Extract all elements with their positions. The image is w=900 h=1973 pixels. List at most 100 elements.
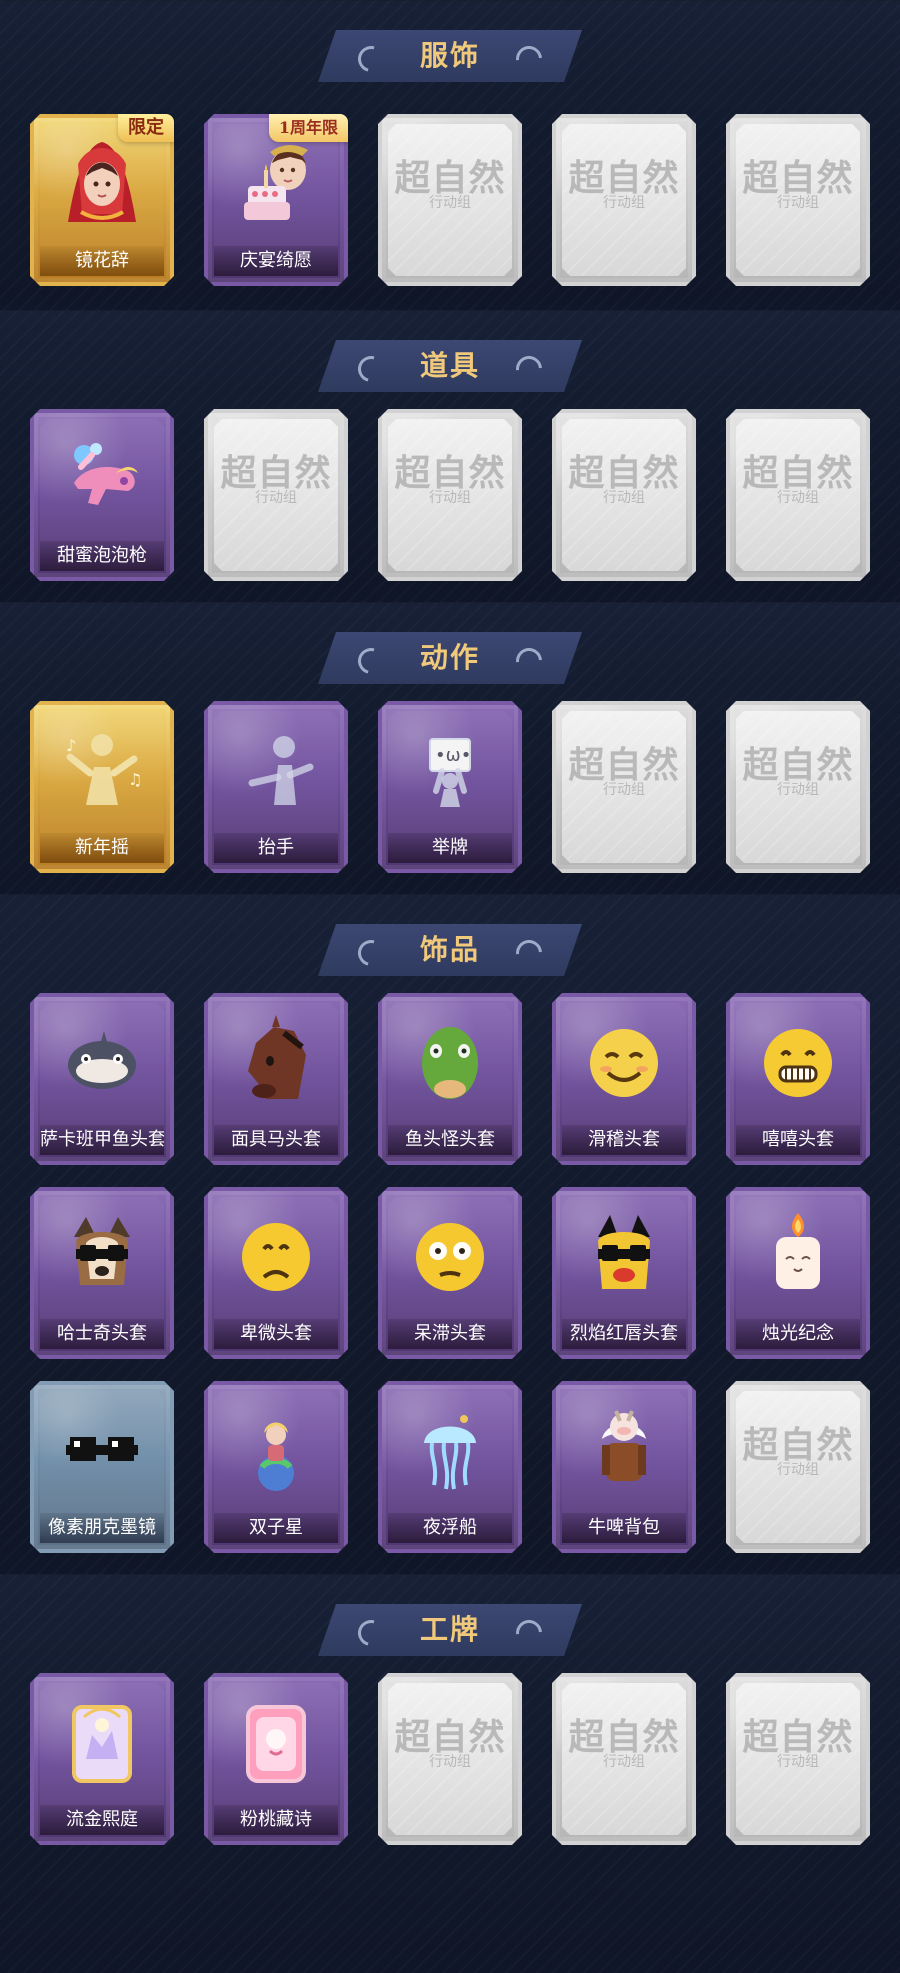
- action-card-2[interactable]: 抬手: [204, 701, 348, 873]
- supernatural-placeholder-icon: 超自然 行动组: [566, 454, 682, 506]
- action-placeholder-card-4: 超自然 行动组: [552, 701, 696, 873]
- costume-placeholder-card-5: 超自然 行动组: [726, 114, 870, 286]
- section-banner: 工牌: [318, 1604, 582, 1656]
- accessory-card-7[interactable]: 卑微头套: [204, 1187, 348, 1359]
- svg-text:♫: ♫: [128, 770, 142, 789]
- placeholder-title: 超自然: [394, 157, 506, 199]
- card-label: 嘻嘻头套: [736, 1125, 860, 1155]
- card-label: 像素朋克墨镜: [40, 1513, 164, 1543]
- prop-card-1[interactable]: 甜蜜泡泡枪: [30, 409, 174, 581]
- prop-placeholder-card-5: 超自然 行动组: [726, 409, 870, 581]
- badge-placeholder-card-4: 超自然 行动组: [552, 1673, 696, 1845]
- section-banner: 饰品: [318, 924, 582, 976]
- stunned-face-icon: [404, 1207, 496, 1307]
- costume-placeholder-card-3: 超自然 行动组: [378, 114, 522, 286]
- hold-sign-icon: •ω•: [404, 721, 496, 821]
- supernatural-placeholder-icon: 超自然 行动组: [392, 454, 508, 506]
- card-label: 粉桃藏诗: [214, 1805, 338, 1835]
- card-label: 流金熙庭: [40, 1805, 164, 1835]
- card-label: 庆宴绮愿: [214, 246, 338, 276]
- collection-page: 服饰 限定 镜花辞 1周年限 庆宴绮愿 超自然 行动组 超自然 行动组 超自然 …: [0, 0, 900, 1973]
- action-card-3[interactable]: •ω• 举牌: [378, 701, 522, 873]
- supernatural-placeholder-icon: 超自然 行动组: [740, 1426, 856, 1478]
- supernatural-placeholder-icon: 超自然 行动组: [392, 159, 508, 211]
- section-accessories: 饰品 萨卡班甲鱼头套 面具马头套 鱼头怪头套 滑稽头套 嘻嘻头套 哈士奇头套 卑…: [0, 894, 900, 1575]
- accessory-card-1[interactable]: 萨卡班甲鱼头套: [30, 993, 174, 1165]
- card-label: 烈焰红唇头套: [562, 1319, 686, 1349]
- supernatural-placeholder-icon: 超自然 行动组: [740, 454, 856, 506]
- card-label: 鱼头怪头套: [388, 1125, 512, 1155]
- section-actions: 动作 ♪ ♫ 新年摇 抬手 •ω• 举牌 超自然 行动组 超自然 行动组: [0, 602, 900, 895]
- supernatural-placeholder-icon: 超自然 行动组: [740, 159, 856, 211]
- placeholder-title: 超自然: [394, 1716, 506, 1758]
- badge-card-1[interactable]: 流金熙庭: [30, 1673, 174, 1845]
- supernatural-placeholder-icon: 超自然 行动组: [218, 454, 334, 506]
- prop-placeholder-card-3: 超自然 行动组: [378, 409, 522, 581]
- accessory-placeholder-card-15: 超自然 行动组: [726, 1381, 870, 1553]
- action-card-1[interactable]: ♪ ♫ 新年摇: [30, 701, 174, 873]
- accessory-card-13[interactable]: 夜浮船: [378, 1381, 522, 1553]
- accessory-card-9[interactable]: 烈焰红唇头套: [552, 1187, 696, 1359]
- bubble-gun-icon: [56, 429, 148, 529]
- red-hood-girl-icon: [56, 134, 148, 234]
- accessory-card-4[interactable]: 滑稽头套: [552, 993, 696, 1165]
- prop-placeholder-card-2: 超自然 行动组: [204, 409, 348, 581]
- badge-placeholder-card-3: 超自然 行动组: [378, 1673, 522, 1845]
- section-title: 动作: [419, 641, 480, 674]
- accessory-card-10[interactable]: 烛光纪念: [726, 1187, 870, 1359]
- section-title: 工牌: [419, 1613, 480, 1646]
- card-label: 烛光纪念: [736, 1319, 860, 1349]
- smile-face-icon: [578, 1013, 670, 1113]
- section-banner: 服饰: [318, 30, 582, 82]
- svg-text:•ω•: •ω•: [435, 745, 471, 766]
- card-label: 滑稽头套: [562, 1125, 686, 1155]
- section-banner: 道具: [318, 340, 582, 392]
- supernatural-placeholder-icon: 超自然 行动组: [740, 1718, 856, 1770]
- pixel-sunglasses-icon: [56, 1401, 148, 1501]
- action-placeholder-card-5: 超自然 行动组: [726, 701, 870, 873]
- badge-card-2[interactable]: 粉桃藏诗: [204, 1673, 348, 1845]
- card-label: 哈士奇头套: [40, 1319, 164, 1349]
- accessory-card-3[interactable]: 鱼头怪头套: [378, 993, 522, 1165]
- card-label: 新年摇: [40, 833, 164, 863]
- placeholder-title: 超自然: [742, 1716, 854, 1758]
- placeholder-title: 超自然: [568, 1716, 680, 1758]
- raise-hand-icon: [230, 721, 322, 821]
- svg-text:♪: ♪: [66, 736, 76, 755]
- costume-card-2[interactable]: 1周年限 庆宴绮愿: [204, 114, 348, 286]
- horse-head-icon: [230, 1013, 322, 1113]
- card-label: 牛啤背包: [562, 1513, 686, 1543]
- badge-placeholder-card-5: 超自然 行动组: [726, 1673, 870, 1845]
- supernatural-placeholder-icon: 超自然 行动组: [566, 159, 682, 211]
- cow-beer-bag-icon: [578, 1401, 670, 1501]
- accessory-card-6[interactable]: 哈士奇头套: [30, 1187, 174, 1359]
- card-label: 双子星: [214, 1513, 338, 1543]
- card-label: 呆滞头套: [388, 1319, 512, 1349]
- section-props: 道具 甜蜜泡泡枪 超自然 行动组 超自然 行动组 超自然 行动组 超自然 行动组: [0, 310, 900, 603]
- accessory-card-12[interactable]: 双子星: [204, 1381, 348, 1553]
- costume-placeholder-card-4: 超自然 行动组: [552, 114, 696, 286]
- supernatural-placeholder-icon: 超自然 行动组: [566, 746, 682, 798]
- section-costumes: 服饰 限定 镜花辞 1周年限 庆宴绮愿 超自然 行动组 超自然 行动组 超自然 …: [0, 0, 900, 311]
- card-label: 卑微头套: [214, 1319, 338, 1349]
- placeholder-title: 超自然: [220, 452, 332, 494]
- supernatural-placeholder-icon: 超自然 行动组: [740, 746, 856, 798]
- accessory-card-8[interactable]: 呆滞头套: [378, 1187, 522, 1359]
- fish-head-icon: [56, 1013, 148, 1113]
- accessory-card-2[interactable]: 面具马头套: [204, 993, 348, 1165]
- accessory-card-14[interactable]: 牛啤背包: [552, 1381, 696, 1553]
- accessory-card-5[interactable]: 嘻嘻头套: [726, 993, 870, 1165]
- costume-card-1[interactable]: 限定 镜花辞: [30, 114, 174, 286]
- placeholder-title: 超自然: [568, 744, 680, 786]
- card-label: 镜花辞: [40, 246, 164, 276]
- music-dance-icon: ♪ ♫: [56, 721, 148, 821]
- accessory-card-11[interactable]: 像素朋克墨镜: [30, 1381, 174, 1553]
- section-title: 道具: [419, 349, 480, 382]
- yellow-mask-glasses-icon: [578, 1207, 670, 1307]
- card-label: 萨卡班甲鱼头套: [40, 1125, 164, 1155]
- card-label: 面具马头套: [214, 1125, 338, 1155]
- section-banner: 动作: [318, 632, 582, 684]
- section-badges: 工牌 流金熙庭 粉桃藏诗 超自然 行动组 超自然 行动组 超自然 行动组: [0, 1574, 900, 1973]
- cake-girl-icon: [230, 134, 322, 234]
- placeholder-title: 超自然: [568, 452, 680, 494]
